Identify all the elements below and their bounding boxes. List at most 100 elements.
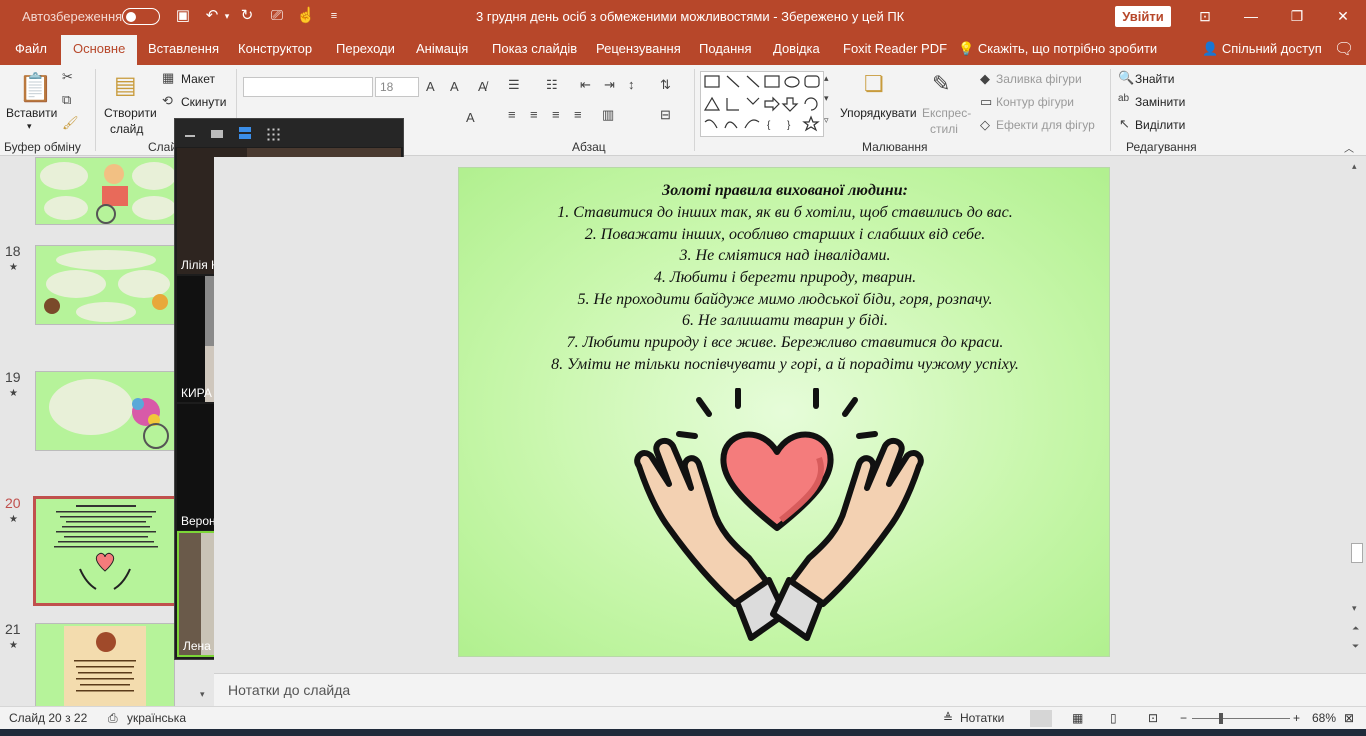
numbering-icon[interactable]: ☷ [546, 77, 558, 93]
present-icon[interactable]: ⎚ [266, 6, 288, 26]
arrange-icon[interactable]: ❏ [864, 71, 884, 97]
align-center-icon[interactable]: ≡ [530, 107, 538, 122]
zoom-slider[interactable] [1192, 718, 1290, 719]
tab-foxit[interactable]: Foxit Reader PDF [843, 41, 947, 56]
slide-sorter-icon[interactable]: ▦ [1072, 711, 1083, 725]
line-spacing-icon[interactable]: ↕ [628, 77, 635, 92]
speaker-view-icon[interactable] [239, 127, 251, 139]
gallery-more-icon[interactable]: ▿ [824, 115, 829, 126]
gallery-down-icon[interactable]: ▾ [824, 93, 829, 104]
copy-icon[interactable]: ⧉ [62, 92, 71, 108]
increase-font-icon[interactable]: A [426, 79, 435, 94]
gallery-up-icon[interactable]: ▴ [824, 73, 829, 84]
current-slide[interactable]: Золоті правила вихованої людини: 1. Став… [458, 167, 1110, 657]
tab-insert[interactable]: Вставлення [148, 41, 219, 56]
text-direction-icon[interactable]: ⇅ [660, 77, 671, 93]
gallery-view-icon[interactable] [266, 127, 280, 141]
notes-toggle-button[interactable]: Нотатки [960, 711, 1004, 725]
touch-mode-icon[interactable]: ☝ [295, 6, 317, 26]
restore-icon[interactable]: ❐ [1282, 4, 1312, 28]
normal-view-icon[interactable] [1030, 710, 1052, 727]
paste-dropdown-icon[interactable]: ▾ [27, 121, 32, 132]
slide-thumbnail-19[interactable] [35, 371, 175, 451]
minimize-icon[interactable]: — [1236, 4, 1266, 28]
close-icon[interactable]: ✕ [1328, 4, 1358, 28]
zoom-slider-thumb[interactable] [1219, 713, 1223, 724]
align-left-icon[interactable]: ≡ [508, 107, 516, 122]
zoom-in-icon[interactable]: + [1293, 711, 1300, 725]
new-slide-icon[interactable]: ▤ [114, 71, 137, 100]
zoom-out-icon[interactable]: − [1180, 711, 1187, 725]
collapse-ribbon-icon[interactable]: ︿ [1344, 140, 1354, 155]
font-color-icon[interactable]: A [466, 110, 475, 125]
font-size-field[interactable]: 18 [375, 77, 419, 97]
shape-outline-button[interactable]: Контур фігури [996, 95, 1074, 109]
quick-styles-button[interactable]: Експрес- [922, 106, 971, 120]
tab-view[interactable]: Подання [699, 41, 752, 56]
shape-effects-button[interactable]: Ефекти для фігур [996, 118, 1095, 132]
tab-slideshow[interactable]: Показ слайдів [492, 41, 577, 56]
new-slide-button[interactable]: Створити [104, 106, 157, 120]
undo-icon[interactable]: ↶ [201, 6, 223, 26]
shape-fill-button[interactable]: Заливка фігури [996, 72, 1082, 86]
shapes-gallery[interactable]: {} [700, 71, 824, 137]
find-button[interactable]: Знайти [1135, 72, 1174, 86]
paste-button[interactable]: Вставити [6, 106, 57, 120]
comments-icon[interactable]: 🗨 [1334, 39, 1354, 59]
layout-button[interactable]: Макет [181, 72, 215, 86]
autosave-toggle[interactable] [122, 8, 160, 25]
tab-review[interactable]: Рецензування [596, 41, 681, 56]
spellcheck-icon[interactable]: ⎙ [108, 711, 118, 726]
select-button[interactable]: Виділити [1135, 118, 1185, 132]
tell-me-search[interactable]: 💡 Скажіть, що потрібно зробити [958, 41, 1157, 57]
scroll-down-icon[interactable]: ▾ [1352, 603, 1357, 614]
increase-indent-icon[interactable]: ⇥ [604, 77, 615, 93]
minimize-video-icon[interactable] [185, 135, 195, 137]
quick-styles-icon[interactable]: ✎ [932, 71, 950, 97]
slide-thumbnail-18[interactable] [35, 245, 175, 325]
replace-button[interactable]: Замінити [1135, 95, 1185, 109]
align-text-icon[interactable]: ⊟ [660, 107, 671, 123]
zoom-level[interactable]: 68% [1312, 711, 1336, 725]
paste-icon[interactable]: 📋 [18, 71, 53, 104]
slide-thumbnail-20[interactable] [33, 496, 177, 606]
decrease-font-icon[interactable]: A [450, 79, 459, 94]
tab-design[interactable]: Конструктор [238, 41, 312, 56]
slideshow-icon[interactable]: ⊡ [1148, 711, 1158, 725]
decrease-indent-icon[interactable]: ⇤ [580, 77, 591, 93]
cut-icon[interactable]: ✂ [62, 69, 73, 85]
slide-scrollbar[interactable]: ▴ ▾ ⏶ ⏷ [1348, 157, 1366, 673]
bullets-icon[interactable]: ☰ [508, 77, 520, 93]
notes-pane[interactable]: Нотатки до слайда [214, 673, 1366, 706]
save-icon[interactable]: ▣ [172, 6, 194, 26]
reading-view-icon[interactable]: ▯ [1110, 711, 1117, 725]
undo-dropdown-icon[interactable]: ▾ [222, 6, 232, 26]
new-slide-label[interactable]: слайд [110, 122, 143, 136]
tab-help[interactable]: Довідка [773, 41, 820, 56]
slide-thumbnail-21[interactable] [35, 623, 175, 707]
hide-video-icon[interactable] [211, 130, 223, 138]
tab-file[interactable]: Файл [15, 41, 47, 56]
language-indicator[interactable]: українська [127, 711, 186, 725]
align-right-icon[interactable]: ≡ [552, 107, 560, 122]
tab-animations[interactable]: Анімація [416, 41, 468, 56]
ribbon-display-icon[interactable]: ⊡ [1190, 4, 1220, 28]
fit-to-window-icon[interactable]: ⊠ [1344, 711, 1354, 725]
scroll-thumb[interactable] [1351, 543, 1363, 563]
tab-transitions[interactable]: Переходи [336, 41, 395, 56]
sign-in-button[interactable]: Увійти [1115, 6, 1171, 27]
share-button[interactable]: 👤 Спільний доступ [1202, 41, 1322, 57]
font-name-field[interactable] [243, 77, 373, 97]
clear-format-icon[interactable]: A̸ [478, 79, 487, 94]
format-painter-icon[interactable]: 🖌 [62, 115, 79, 131]
quick-styles-label[interactable]: стилі [930, 122, 958, 136]
arrange-button[interactable]: Упорядкувати [840, 106, 917, 120]
redo-icon[interactable]: ↻ [236, 6, 258, 26]
justify-icon[interactable]: ≡ [574, 107, 582, 122]
columns-icon[interactable]: ▥ [602, 107, 614, 123]
slide-thumbnail-17[interactable] [35, 157, 175, 225]
tab-home[interactable]: Основне [61, 35, 138, 65]
previous-slide-icon[interactable]: ⏶ [1352, 623, 1359, 634]
scroll-down-icon[interactable]: ▾ [200, 689, 205, 700]
customize-qat-icon[interactable]: ≡ [323, 6, 345, 26]
